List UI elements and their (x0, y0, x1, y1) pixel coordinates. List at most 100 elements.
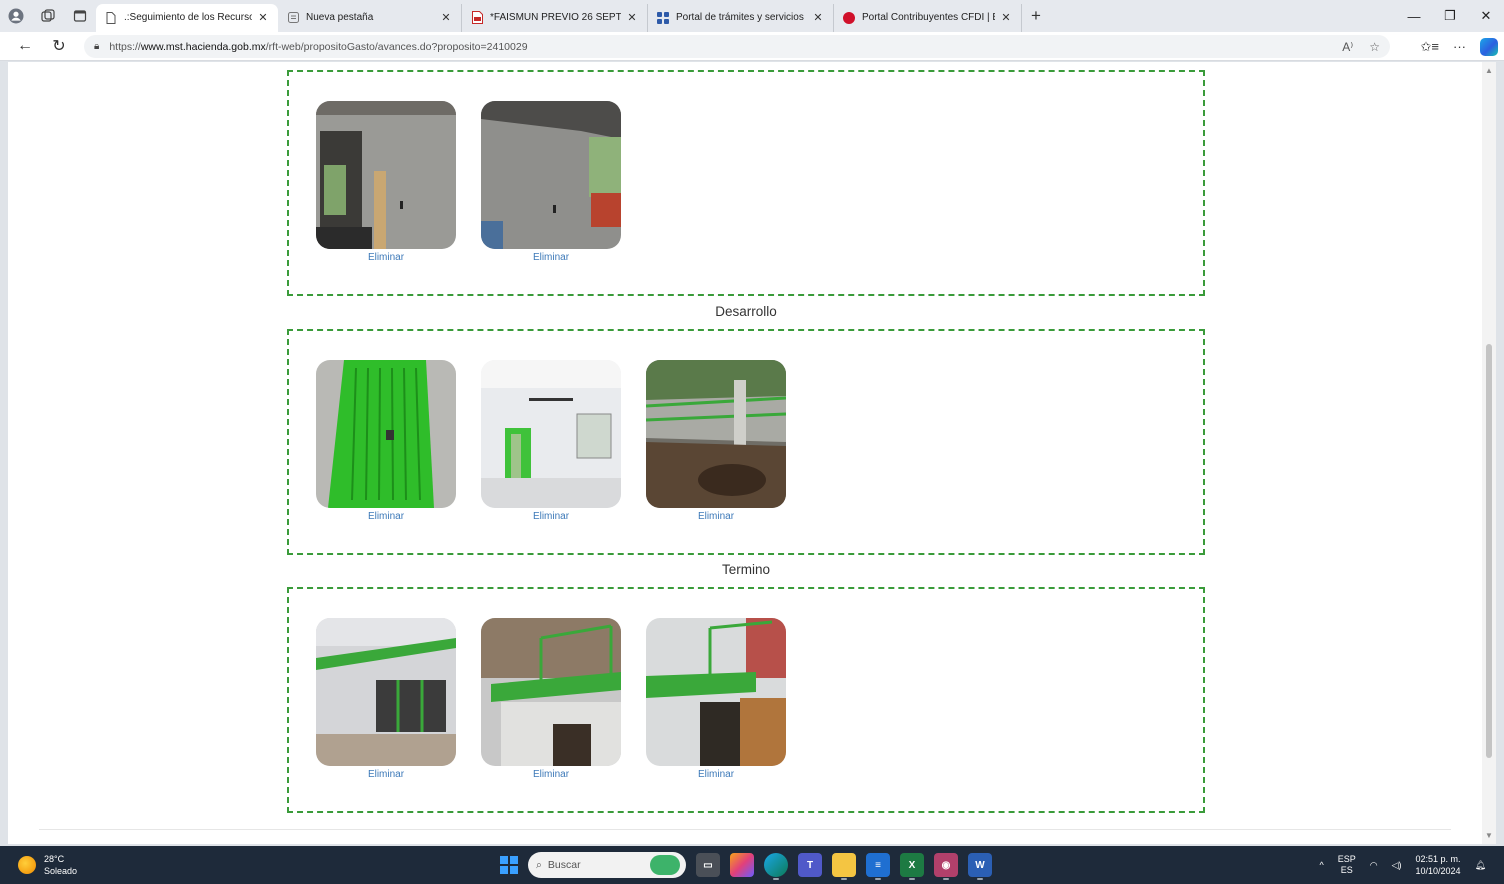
photo-card: Eliminar (481, 360, 621, 522)
photo-card: Eliminar (316, 360, 456, 522)
notification-bell-icon[interactable]: 🔔︎ (1475, 860, 1486, 871)
favorites-icon[interactable]: ✩≡ (1421, 39, 1439, 55)
delete-link[interactable]: Eliminar (481, 252, 621, 263)
lock-icon: 🔒︎ (94, 41, 100, 52)
sun-icon (18, 856, 36, 874)
tab-nueva-pestana[interactable]: Nueva pestaña ✕ (278, 3, 462, 32)
page-content: Eliminar Eliminar Desarrollo Eliminar El… (8, 62, 1482, 844)
photo-image[interactable] (316, 618, 456, 766)
reload-button[interactable]: ↻ (42, 32, 76, 61)
delete-link[interactable]: Eliminar (316, 511, 456, 522)
read-aloud-icon[interactable]: A⁾ (1342, 40, 1353, 54)
tab-seguimiento[interactable]: .:Seguimiento de los Recursos Fed ✕ (96, 3, 278, 32)
scroll-down-arrow-icon[interactable]: ▼ (1485, 831, 1493, 840)
clock-time: 02:51 p. m. (1415, 854, 1461, 864)
close-tab-icon[interactable]: ✕ (811, 11, 825, 24)
delete-link[interactable]: Eliminar (646, 769, 786, 780)
delete-link[interactable]: Eliminar (646, 511, 786, 522)
task-view-icon[interactable]: ▭ (696, 853, 720, 877)
close-tab-icon[interactable]: ✕ (625, 11, 639, 24)
delete-link[interactable]: Eliminar (316, 252, 456, 263)
pdf-icon (470, 11, 484, 25)
photo-image[interactable] (316, 101, 456, 249)
search-icon: ⌕ (536, 858, 542, 871)
wifi-icon[interactable]: ◠ (1370, 860, 1378, 871)
copilot-app-icon[interactable] (730, 853, 754, 877)
tab-actions-button[interactable] (64, 0, 96, 32)
url-path: /rft-web/propositoGasto/avances.do?propo… (265, 40, 528, 53)
profile-button[interactable] (0, 0, 32, 32)
photo-image[interactable] (481, 360, 621, 508)
weather-desc: Soleado (44, 866, 78, 876)
word-icon[interactable]: W (968, 853, 992, 880)
photo-section-termino: Eliminar Eliminar Eliminar (287, 587, 1205, 813)
phase-title-desarrollo: Desarrollo (715, 304, 777, 319)
plus-icon: + (1031, 6, 1041, 25)
volume-icon[interactable]: ◁) (1392, 860, 1402, 871)
minimize-button[interactable]: — (1396, 0, 1432, 32)
delete-link[interactable]: Eliminar (481, 769, 621, 780)
excel-icon[interactable]: X (900, 853, 924, 880)
screen-recorder-icon[interactable]: ◉ (934, 853, 958, 880)
back-arrow-icon: ← (17, 37, 33, 54)
tab-label: Nueva pestaña (306, 12, 374, 23)
browser-tools: ✩≡ ··· (1421, 32, 1498, 61)
vertical-tabs-icon (73, 10, 87, 22)
file-explorer-icon[interactable] (832, 853, 856, 880)
photo-card: Eliminar (316, 101, 456, 263)
phase-title-termino: Termino (721, 562, 770, 577)
vertical-scrollbar[interactable]: ▲ ▼ (1482, 62, 1496, 844)
more-options-icon[interactable]: ··· (1453, 39, 1466, 54)
taskbar-search[interactable]: ⌕ Buscar (528, 852, 686, 878)
photo-image[interactable] (481, 618, 621, 766)
scroll-up-arrow-icon[interactable]: ▲ (1485, 66, 1493, 75)
tab-portal-cfdi[interactable]: Portal Contribuyentes CFDI | Busca ✕ (834, 3, 1022, 32)
close-tab-icon[interactable]: ✕ (999, 11, 1013, 24)
photo-image[interactable] (481, 101, 621, 249)
tab-label: *FAISMUN PREVIO 26 SEPTIEMBRE (490, 12, 621, 23)
photo-section-inicio: Eliminar Eliminar (287, 70, 1205, 296)
tab-portal-sat[interactable]: Portal de trámites y servicios - SAT ✕ (648, 3, 834, 32)
tab-strip: .:Seguimiento de los Recursos Fed ✕ Nuev… (0, 0, 1504, 32)
photo-image[interactable] (646, 360, 786, 508)
url-field[interactable]: 🔒︎ https://www.mst.hacienda.gob.mx/rft-w… (84, 35, 1390, 58)
clock[interactable]: 02:51 p. m. 10/10/2024 (1416, 853, 1461, 877)
photo-card: Eliminar (481, 101, 621, 263)
page-icon (104, 11, 118, 25)
new-tab-button[interactable]: + (1022, 2, 1050, 30)
copilot-icon[interactable] (1480, 37, 1498, 56)
input-language[interactable]: ESP ES (1338, 854, 1356, 876)
teams-icon[interactable]: T (798, 853, 822, 877)
workspaces-button[interactable] (32, 0, 64, 32)
tab-faismun-pdf[interactable]: *FAISMUN PREVIO 26 SEPTIEMBRE ✕ (462, 3, 648, 32)
profile-icon (8, 8, 24, 24)
newtab-icon (286, 11, 300, 25)
close-window-button[interactable]: ✕ (1468, 0, 1504, 32)
delete-link[interactable]: Eliminar (481, 511, 621, 522)
close-tab-icon[interactable]: ✕ (439, 11, 453, 24)
photo-section-desarrollo: Eliminar Eliminar Eliminar (287, 329, 1205, 555)
photo-image[interactable] (316, 360, 456, 508)
search-placeholder: Buscar (547, 859, 581, 871)
photo-image[interactable] (646, 618, 786, 766)
page-footer-divider (39, 829, 1451, 830)
start-button[interactable] (500, 856, 518, 874)
workspaces-icon (41, 9, 55, 22)
reload-icon: ↻ (52, 38, 66, 55)
notepad-icon[interactable]: ≡ (866, 853, 890, 880)
photo-card: Eliminar (646, 360, 786, 522)
windows-taskbar: 28°C Soleado ⌕ Buscar ▭ T ≡ X ◉ W ^ ESP … (0, 846, 1504, 884)
tab-label: Portal Contribuyentes CFDI | Busca (862, 12, 995, 23)
edge-icon[interactable] (764, 853, 788, 880)
favorite-star-icon[interactable]: ☆ (1369, 40, 1380, 54)
delete-link[interactable]: Eliminar (316, 769, 456, 780)
tray-overflow-chevron-icon[interactable]: ^ (1319, 860, 1323, 870)
lang-bottom: ES (1340, 865, 1353, 875)
back-button[interactable]: ← (8, 32, 42, 61)
restore-button[interactable]: ❐ (1432, 0, 1468, 32)
scrollbar-thumb[interactable] (1486, 344, 1492, 758)
weather-widget[interactable]: 28°C Soleado (18, 853, 77, 877)
tab-label: Portal de trámites y servicios - SAT (676, 12, 807, 23)
lang-top: ESP (1337, 854, 1356, 864)
close-tab-icon[interactable]: ✕ (256, 11, 270, 24)
